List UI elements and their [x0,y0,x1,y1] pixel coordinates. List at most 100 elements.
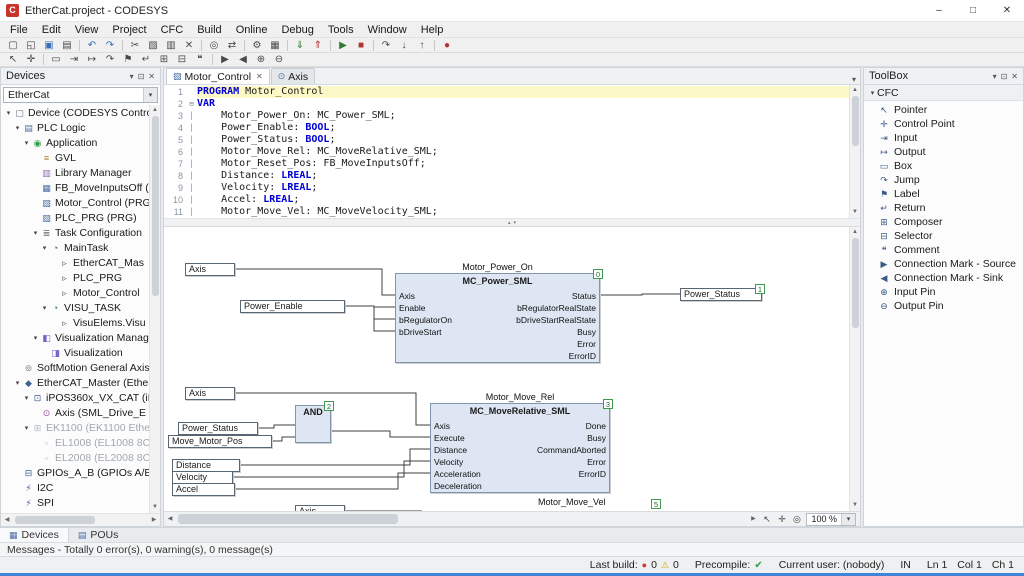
toolbox-item[interactable]: ⊟Selector [864,229,1023,243]
magnifier-icon[interactable]: ◎ [789,514,804,525]
jump-icon[interactable]: ↷ [102,53,118,66]
menu-build[interactable]: Build [190,22,228,38]
scrollbar-thumb[interactable] [852,238,859,328]
toolbox-item[interactable]: ↖Pointer [864,103,1023,117]
cfc-input-box[interactable]: Power_Enable [240,300,345,313]
toolbox-item[interactable]: ❝Comment [864,243,1023,257]
zoom-in-icon[interactable]: ✛ [774,514,789,525]
code-line[interactable]: 11│ Motor_Move_Vel: MC_MoveVelocity_SML; [164,206,849,218]
tree-item[interactable]: ▾◧Visualization Manage [1,331,149,346]
tree-item[interactable]: ▾▤PLC Logic [1,121,149,136]
toolbox-item[interactable]: ↵Return [864,201,1023,215]
code-line[interactable]: 9│ Velocity: LREAL; [164,182,849,194]
print-icon[interactable]: ▤ [59,39,75,52]
scroll-up-icon[interactable]: ▲ [852,85,858,96]
generate-code-icon[interactable]: ▦ [267,39,283,52]
cfc-input-box[interactable]: Power_Status [178,422,258,435]
connection-source-icon[interactable]: ▶ [217,53,233,66]
code-line[interactable]: 1PROGRAM Motor_Control [164,86,849,98]
tree-item[interactable]: ▾⊞EK1100 (EK1100 Ethe [1,421,149,436]
menu-view[interactable]: View [68,22,106,38]
tree-item[interactable]: ▹VisuElems.Visu [1,316,149,331]
breakpoint-icon[interactable]: ● [439,39,455,52]
code-line[interactable]: 6│ Motor_Move_Rel: MC_MoveRelative_SML; [164,146,849,158]
menu-edit[interactable]: Edit [35,22,68,38]
tree-item[interactable]: ⊙Axis (SML_Drive_E [1,406,149,421]
return-icon[interactable]: ↵ [138,53,154,66]
tree-item[interactable]: ▥Library Manager [1,166,149,181]
toolbox-item[interactable]: ⊞Composer [864,215,1023,229]
step-into-icon[interactable]: ↓ [396,39,412,52]
scroll-left-icon[interactable]: ◀ [1,515,13,526]
messages-bar[interactable]: Messages - Totally 0 error(s), 0 warning… [0,542,1024,556]
redo-icon[interactable]: ↷ [102,39,118,52]
tree-item[interactable]: ▹PLC_PRG [1,271,149,286]
cfc-editor[interactable]: AxisPower_EnableMotor_Power_OnMC_Power_S… [164,227,860,511]
scroll-right-icon[interactable]: ▶ [148,515,160,526]
comment-icon[interactable]: ❝ [192,53,208,66]
tree-expander-icon[interactable]: ▾ [31,226,40,241]
tree-item[interactable]: ⚡SPI [1,496,149,511]
close-panel-icon[interactable]: ✕ [1011,72,1018,81]
scroll-left-icon[interactable]: ◀ [164,514,176,525]
stop-icon[interactable]: ■ [353,39,369,52]
tree-item[interactable]: ⊚SoftMotion General Axis P [1,361,149,376]
compile-icon[interactable]: ⚙ [249,39,265,52]
scroll-right-icon[interactable]: ▶ [747,514,759,525]
tree-expander-icon[interactable]: ▾ [22,421,31,436]
tree-expander-icon[interactable]: ▾ [22,391,31,406]
tab-axis[interactable]: ⊙ Axis [271,68,315,84]
toolbox-item[interactable]: ↷Jump [864,173,1023,187]
panel-menu-icon[interactable]: ▾ [130,72,134,81]
tree-item[interactable]: ≡GVL [1,151,149,166]
code-line[interactable]: 2⊟VAR [164,98,849,110]
menu-project[interactable]: Project [105,22,153,38]
cfc-input-box[interactable]: Axis [295,505,345,511]
new-file-icon[interactable]: ▢ [5,39,21,52]
scrollbar-thumb[interactable] [152,116,159,296]
scroll-down-icon[interactable]: ▼ [152,502,158,513]
menu-debug[interactable]: Debug [274,22,320,38]
output-pin-icon[interactable]: ⊖ [271,53,287,66]
scrollbar-thumb[interactable] [15,516,95,524]
tree-item[interactable]: ▾▢Device (CODESYS Control fo [1,106,149,121]
menu-help[interactable]: Help [414,22,451,38]
code-line[interactable]: 10│ Accel: LREAL; [164,194,849,206]
code-vertical-scrollbar[interactable]: ▲ ▼ [849,85,860,218]
scrollbar-thumb[interactable] [178,514,398,524]
cfc-output-box[interactable]: Power_Status1 [680,288,762,301]
scroll-up-icon[interactable]: ▲ [852,227,858,238]
tree-item[interactable]: ▧Motor_Control (PRG [1,196,149,211]
copy-icon[interactable]: ▧ [145,39,161,52]
login-icon[interactable]: ⇓ [292,39,308,52]
tree-item[interactable]: ▾◆EtherCAT_Master (EtherC [1,376,149,391]
bottom-tab-devices[interactable]: ▦ Devices [0,528,69,542]
tree-item[interactable]: ▦FB_MoveInputsOff ( [1,181,149,196]
start-icon[interactable]: ▶ [335,39,351,52]
toolbox-item[interactable]: ⇥Input [864,131,1023,145]
cfc-input-box[interactable]: Move_Motor_Pos [168,435,272,448]
cfc-input-box[interactable]: Accel [172,483,235,496]
selector-icon[interactable]: ⊟ [174,53,190,66]
tree-item[interactable]: ▾◔VISU_TASK [1,301,149,316]
toolbox-group-cfc[interactable]: ▾ CFC [864,85,1023,101]
tree-item[interactable]: ◨Visualization [1,346,149,361]
tree-expander-icon[interactable]: ▾ [40,241,49,256]
tree-expander-icon[interactable]: ▾ [4,106,13,121]
replace-icon[interactable]: ⇄ [224,39,240,52]
cfc-function-block[interactable]: Motor_Move_RelMC_MoveRelative_SMLAxisDon… [430,403,610,493]
editor-splitter[interactable]: ▴▾ [164,219,860,227]
code-line[interactable]: 7│ Motor_Reset_Pos: FB_MoveInputsOff; [164,158,849,170]
close-tab-icon[interactable]: ✕ [256,72,263,81]
composer-icon[interactable]: ⊞ [156,53,172,66]
project-root-selector[interactable]: EtherCat ▾ [3,87,158,103]
tree-item[interactable]: ▫EL1008 (EL1008 8C [1,436,149,451]
toolbox-item[interactable]: ⊕Input Pin [864,285,1023,299]
menu-tools[interactable]: Tools [321,22,361,38]
connection-sink-icon[interactable]: ◀ [235,53,251,66]
cut-icon[interactable]: ✂ [127,39,143,52]
control-point-icon[interactable]: ✛ [23,53,39,66]
minimize-button[interactable]: – [922,0,956,22]
save-project-icon[interactable]: ▣ [41,39,57,52]
delete-icon[interactable]: ✕ [181,39,197,52]
